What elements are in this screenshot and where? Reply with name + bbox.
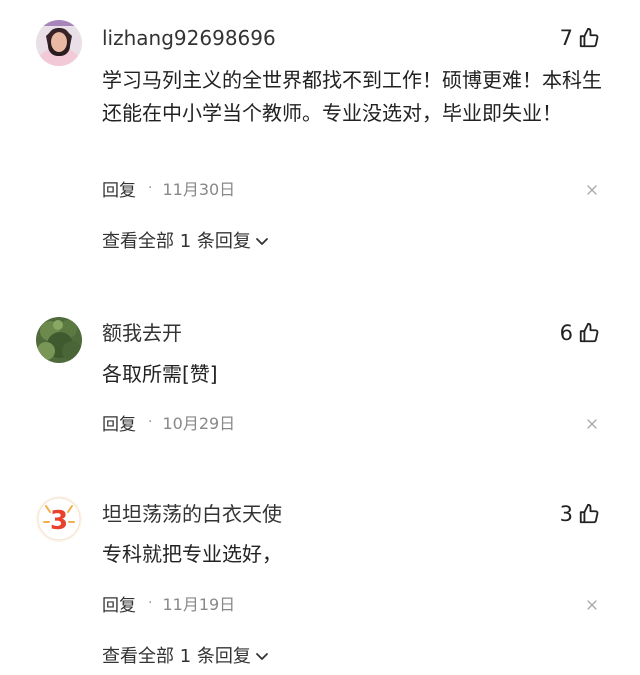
reply-button[interactable]: 回复 bbox=[102, 176, 136, 201]
reply-button[interactable]: 回复 bbox=[102, 591, 136, 616]
comment-text: 学习马列主义的全世界都找不到工作！硕博更难！本科生还能在中小学当个教师。专业没选… bbox=[102, 68, 602, 125]
avatar[interactable] bbox=[36, 20, 82, 66]
comment-text: 各取所需[赞] bbox=[102, 362, 218, 386]
view-replies-label: 查看全部 1 条回复 bbox=[102, 231, 251, 252]
username[interactable]: 坦坦荡荡的白衣天使 bbox=[102, 502, 282, 526]
separator: · bbox=[148, 595, 153, 611]
like-button[interactable]: 6 bbox=[560, 321, 600, 345]
view-replies-button[interactable]: 查看全部 1 条回复 bbox=[102, 230, 269, 254]
close-icon[interactable] bbox=[586, 599, 598, 611]
comment-meta: 回复 · 11月30日 bbox=[102, 176, 236, 201]
like-button[interactable]: 7 bbox=[560, 26, 600, 50]
close-icon[interactable] bbox=[586, 418, 598, 430]
avatar[interactable] bbox=[36, 317, 82, 363]
thumbs-up-icon bbox=[578, 503, 600, 525]
chevron-down-icon bbox=[255, 652, 269, 662]
view-replies-button[interactable]: 查看全部 1 条回复 bbox=[102, 645, 269, 669]
username[interactable]: lizhang92698696 bbox=[102, 26, 276, 50]
chevron-down-icon bbox=[255, 237, 269, 247]
thumbs-up-icon bbox=[578, 322, 600, 344]
username[interactable]: 额我去开 bbox=[102, 321, 182, 345]
comment-item: 额我去开 6 各取所需[赞] 回复 · 10月29日 bbox=[0, 300, 640, 450]
thumbs-up-icon bbox=[578, 27, 600, 49]
avatar[interactable]: 3 bbox=[36, 496, 82, 542]
avatar-glyph: 3 bbox=[50, 506, 68, 536]
comment-meta: 回复 · 11月19日 bbox=[102, 591, 236, 616]
comment-date: 10月29日 bbox=[162, 414, 236, 433]
comment-item: 3 坦坦荡荡的白衣天使 3 专科就把专业选好， 回复 · 11月19日 查看全部… bbox=[0, 480, 640, 675]
comment-text: 专科就把专业选好， bbox=[102, 542, 282, 566]
comment-date: 11月30日 bbox=[162, 180, 236, 199]
comment-date: 11月19日 bbox=[162, 595, 236, 614]
separator: · bbox=[148, 414, 153, 430]
separator: · bbox=[148, 180, 153, 196]
comment-meta: 回复 · 10月29日 bbox=[102, 410, 236, 435]
like-button[interactable]: 3 bbox=[560, 502, 600, 526]
like-count: 3 bbox=[559, 502, 573, 526]
like-count: 6 bbox=[559, 321, 573, 345]
reply-button[interactable]: 回复 bbox=[102, 410, 136, 435]
like-count: 7 bbox=[559, 26, 573, 50]
close-icon[interactable] bbox=[586, 184, 598, 196]
comment-item: lizhang92698696 7 学习马列主义的全世界都找不到工作！硕博更难！… bbox=[0, 0, 640, 270]
view-replies-label: 查看全部 1 条回复 bbox=[102, 646, 251, 667]
